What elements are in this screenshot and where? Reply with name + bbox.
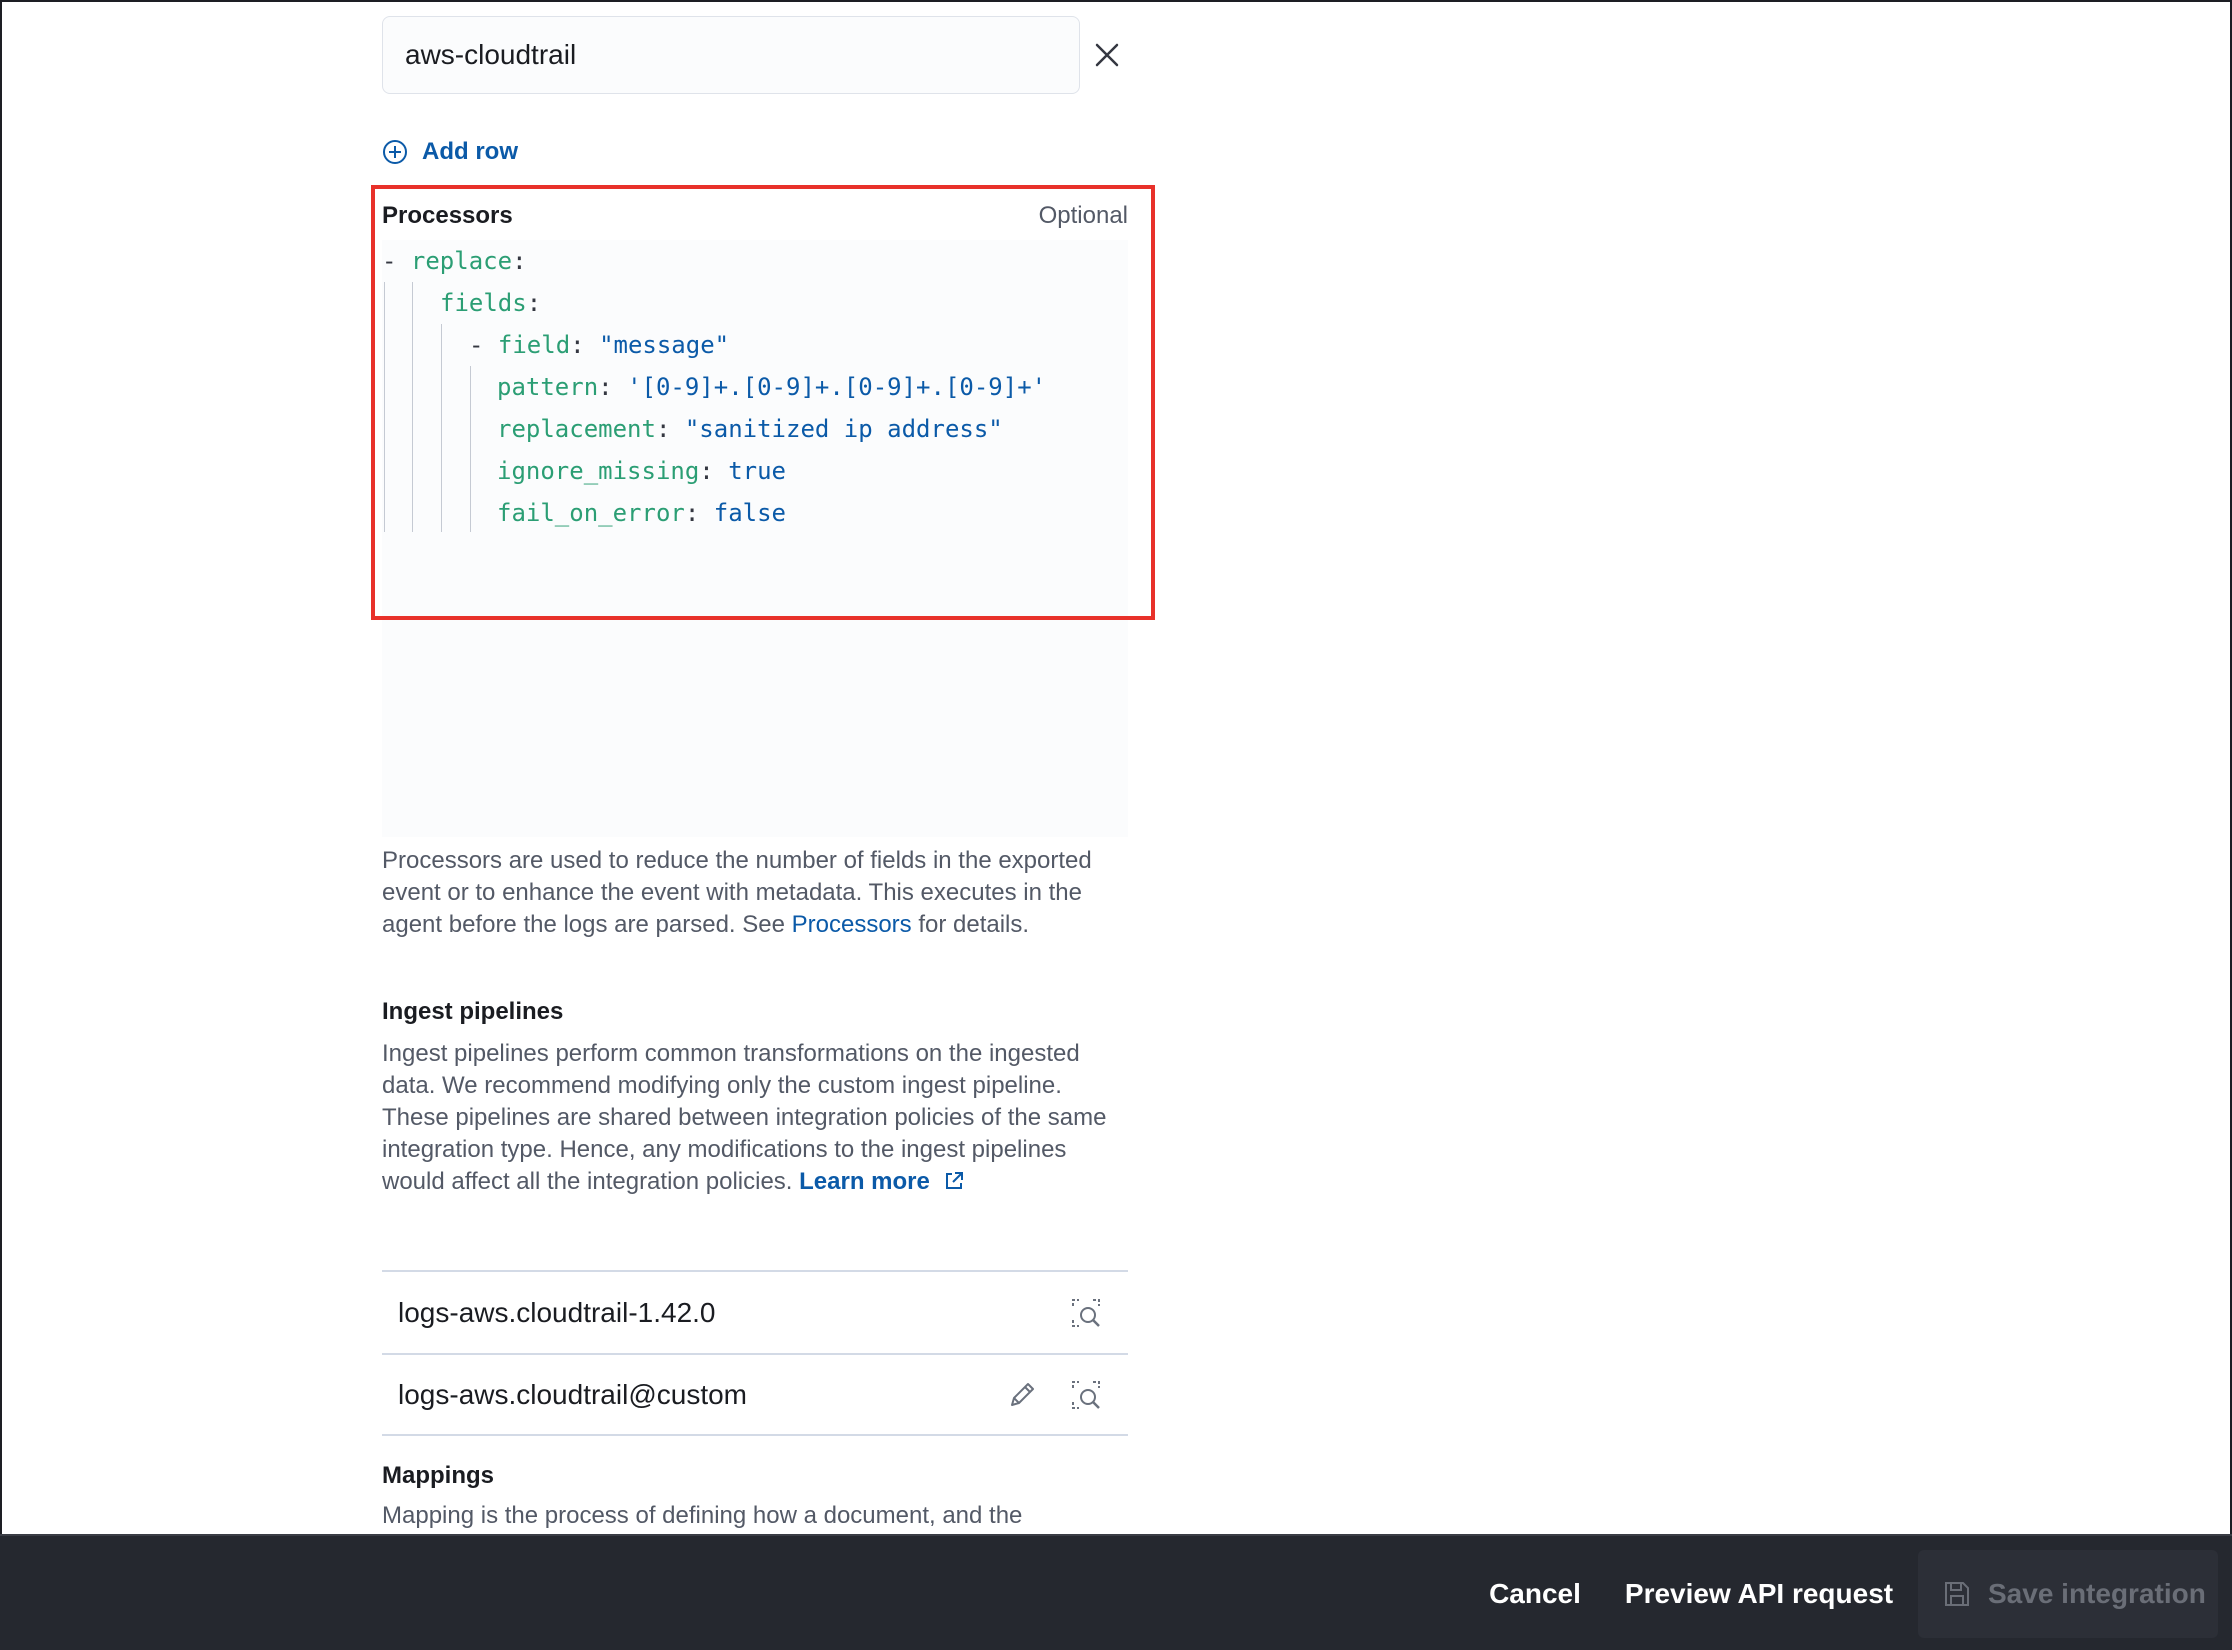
ingest-pipelines-table: logs-aws.cloudtrail-1.42.0 logs-aws.clou… xyxy=(382,1270,1128,1436)
inspect-pipeline-button[interactable] xyxy=(1066,1375,1106,1415)
plus-circle-icon xyxy=(383,140,407,164)
inspect-icon xyxy=(1072,1380,1100,1409)
namespace-input[interactable]: aws-cloudtrail xyxy=(382,16,1080,94)
pipeline-name: logs-aws.cloudtrail-1.42.0 xyxy=(398,1296,716,1328)
learn-more-link[interactable]: Learn more xyxy=(799,1168,964,1195)
preview-api-request-button[interactable]: Preview API request xyxy=(1616,1566,1902,1622)
table-row: logs-aws.cloudtrail@custom xyxy=(382,1353,1128,1436)
table-row: logs-aws.cloudtrail-1.42.0 xyxy=(382,1270,1128,1353)
add-row-button[interactable]: Add row xyxy=(382,136,518,168)
mappings-description: Mapping is the process of defining how a… xyxy=(382,1502,1023,1529)
external-link-icon xyxy=(945,1172,963,1189)
close-icon xyxy=(1095,43,1119,67)
ingest-pipelines-description: Ingest pipelines perform common transfor… xyxy=(382,1040,1107,1195)
ingest-pipelines-title: Ingest pipelines xyxy=(382,998,564,1025)
add-row-label: Add row xyxy=(422,138,518,165)
inspect-icon xyxy=(1072,1298,1100,1327)
inspect-pipeline-button[interactable] xyxy=(1066,1293,1106,1333)
mappings-title: Mappings xyxy=(382,1462,494,1489)
edit-pipeline-button[interactable] xyxy=(1002,1375,1042,1415)
pencil-icon xyxy=(1011,1382,1034,1406)
processors-help-text: Processors are used to reduce the number… xyxy=(382,847,1092,938)
namespace-row: aws-cloudtrail xyxy=(382,16,1122,94)
save-integration-label: Save integration xyxy=(1988,1578,2206,1609)
cancel-button[interactable]: Cancel xyxy=(1476,1566,1594,1622)
clear-button[interactable] xyxy=(1092,40,1122,70)
pipeline-name: logs-aws.cloudtrail@custom xyxy=(398,1378,747,1410)
highlight-box xyxy=(371,185,1155,620)
processors-link[interactable]: Processors xyxy=(792,911,912,938)
bottom-action-bar: Cancel Preview API request Save integrat… xyxy=(0,1534,2232,1650)
save-integration-button[interactable]: Save integration xyxy=(1918,1550,2218,1638)
save-icon xyxy=(1945,1582,1969,1606)
